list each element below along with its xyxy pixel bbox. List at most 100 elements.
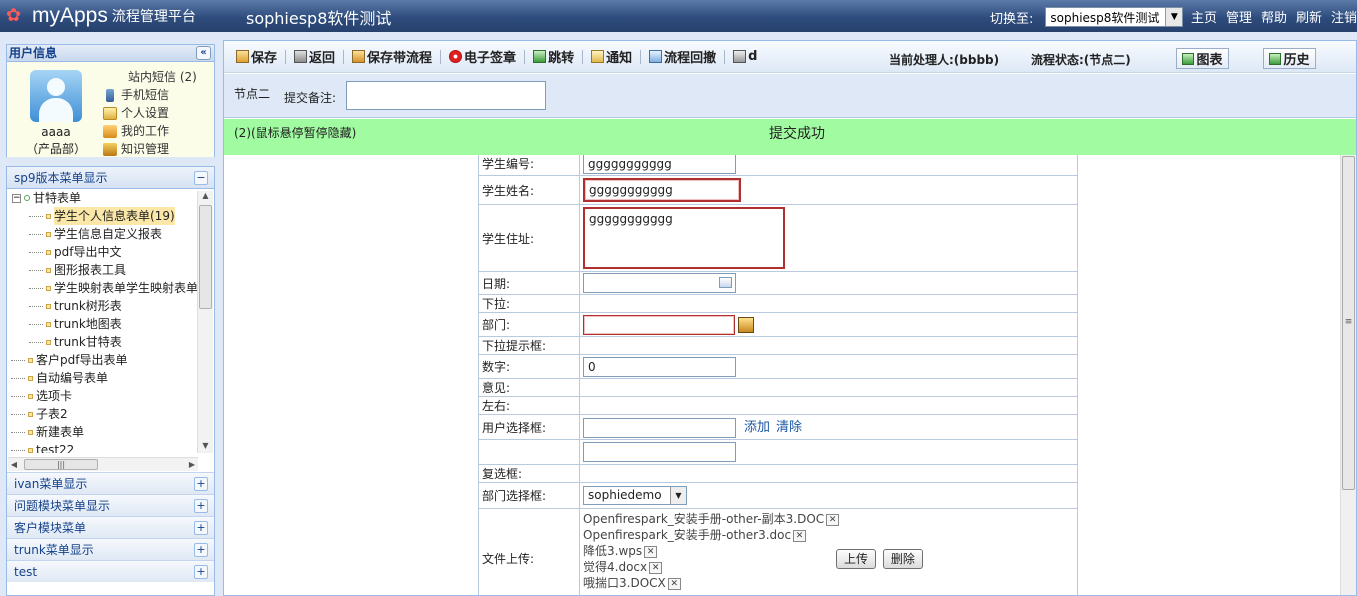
tree-leaf-icon xyxy=(46,285,51,291)
chevron-down-icon[interactable]: ▼ xyxy=(1165,8,1183,26)
remove-file-icon[interactable]: ✕ xyxy=(667,577,681,590)
tree-item[interactable]: test22 xyxy=(7,441,199,453)
scroll-up-icon[interactable]: ▲ xyxy=(198,191,213,203)
collapse-section-button[interactable]: − xyxy=(194,171,208,185)
remove-file-icon[interactable]: ✕ xyxy=(649,561,663,574)
expand-section-icon[interactable]: + xyxy=(194,477,208,491)
collapse-sidebar-button[interactable]: « xyxy=(196,46,211,60)
expand-section-icon[interactable]: + xyxy=(194,521,208,535)
address-textarea[interactable]: ggggggggggg xyxy=(583,207,785,269)
scroll-left-icon[interactable]: ◀ xyxy=(8,458,20,471)
expand-section-icon[interactable]: + xyxy=(194,543,208,557)
expand-section-icon[interactable]: + xyxy=(194,499,208,513)
app-switch-select[interactable]: sophiesp8软件测试 ▼ xyxy=(1045,7,1184,27)
tree-item[interactable]: 客户pdf导出表单 xyxy=(7,351,199,369)
tree-item[interactable]: trunk树形表 xyxy=(7,297,199,315)
save-with-flow-button[interactable]: 保存带流程 xyxy=(346,46,438,68)
rollback-label: 流程回撤 xyxy=(664,51,717,66)
dept-select[interactable]: sophiedemo ▼ xyxy=(583,486,687,505)
site-messages-link[interactable]: 站内短信 (2) xyxy=(103,68,197,86)
student-no-input[interactable]: ggggggggggg xyxy=(583,155,736,174)
tree-item-student-info-form[interactable]: 学生个人信息表单(19) xyxy=(7,207,199,225)
menu-section-ivan[interactable]: ivan菜单显示 + xyxy=(7,472,214,494)
menu-section-label: 问题模块菜单显示 xyxy=(14,499,111,513)
menu-section-sp9[interactable]: sp9版本菜单显示 − xyxy=(7,167,214,189)
e-signature-button[interactable]: 电子签章 xyxy=(443,46,522,68)
my-work-link[interactable]: 我的工作 xyxy=(103,122,197,140)
remove-file-icon[interactable]: ✕ xyxy=(644,545,658,558)
success-notice[interactable]: (2)(鼠标悬停暂停隐藏) 提交成功 xyxy=(224,119,1356,155)
tree-item[interactable]: pdf导出中文 xyxy=(7,243,199,261)
save-button[interactable]: 保存 xyxy=(230,46,283,68)
main-scroll-thumb[interactable]: ≡ xyxy=(1342,156,1355,490)
print-button[interactable]: d xyxy=(727,46,763,68)
flow-rollback-button[interactable]: 流程回撤 xyxy=(643,46,722,68)
save-flow-label: 保存带流程 xyxy=(367,51,433,66)
tree-item[interactable]: 学生映射表单学生映射表单 xyxy=(7,279,199,297)
jump-button[interactable]: 跳转 xyxy=(527,46,580,68)
tree-item[interactable]: 子表2 xyxy=(7,405,199,423)
scroll-right-icon[interactable]: ▶ xyxy=(186,458,198,471)
upload-actions: 上传 删除 xyxy=(836,549,923,569)
tree-line xyxy=(11,413,25,415)
back-button[interactable]: 返回 xyxy=(288,46,341,68)
tree-item[interactable]: 新建表单 xyxy=(7,423,199,441)
menu-section-customer[interactable]: 客户模块菜单 + xyxy=(7,516,214,538)
tree-expand-toggle[interactable]: − xyxy=(12,193,21,203)
expand-section-icon[interactable]: + xyxy=(194,565,208,579)
dept-input[interactable] xyxy=(583,314,735,335)
personal-settings-link[interactable]: 个人设置 xyxy=(103,104,197,122)
tree-item-label: 选项卡 xyxy=(36,389,73,403)
menu-section-issues[interactable]: 问题模块菜单显示 + xyxy=(7,494,214,516)
date-input[interactable] xyxy=(583,273,736,293)
tree-horizontal-scrollbar[interactable]: ◀ ||| ▶ xyxy=(8,457,198,471)
add-user-link[interactable]: 添加 xyxy=(744,420,770,435)
tree-item[interactable]: trunk地图表 xyxy=(7,315,199,333)
tree-node-gantt-form[interactable]: − 甘特表单 xyxy=(7,189,199,207)
history-button[interactable]: 历史 xyxy=(1263,48,1316,69)
main-vertical-scrollbar[interactable]: ≡ xyxy=(1340,155,1356,595)
tree-item[interactable]: 自动编号表单 xyxy=(7,369,199,387)
remove-file-icon[interactable]: ✕ xyxy=(793,529,807,542)
submit-remark-input[interactable] xyxy=(346,81,546,110)
calendar-icon[interactable] xyxy=(719,277,732,288)
sms-link[interactable]: 手机短信 xyxy=(103,86,197,104)
upload-button[interactable]: 上传 xyxy=(836,549,877,569)
refresh-link[interactable]: 刷新 xyxy=(1296,7,1322,26)
notify-button[interactable]: 通知 xyxy=(585,46,638,68)
app-switch-value: sophiesp8软件测试 xyxy=(1050,11,1160,25)
field-label: 复选框: xyxy=(478,464,580,483)
tree-item[interactable]: 选项卡 xyxy=(7,387,199,405)
student-name-input[interactable]: ggggggggggg xyxy=(583,178,741,202)
logout-link[interactable]: 注销 xyxy=(1331,7,1357,26)
delete-button[interactable]: 删除 xyxy=(882,549,923,569)
knowledge-label: 知识管理 xyxy=(121,142,170,156)
tree-item[interactable]: 学生信息自定义报表 xyxy=(7,225,199,243)
help-link[interactable]: 帮助 xyxy=(1261,7,1287,26)
knowledge-link[interactable]: 知识管理 xyxy=(103,140,197,158)
scroll-down-icon[interactable]: ▼ xyxy=(198,441,213,453)
menu-section-test[interactable]: test + xyxy=(7,560,214,582)
user-select-input-2[interactable] xyxy=(583,442,736,462)
user-select-input[interactable] xyxy=(583,417,736,438)
field-cell: ggggggggggg xyxy=(579,175,1078,205)
seal-icon xyxy=(449,50,463,63)
toolbar-divider xyxy=(582,49,584,64)
back-icon xyxy=(294,50,308,63)
chevron-down-icon[interactable]: ▼ xyxy=(670,487,686,504)
file-name: 觉得4.docx xyxy=(583,560,648,574)
tree-scroll-thumb[interactable] xyxy=(199,205,212,309)
tree-vertical-scrollbar[interactable]: ▲ ▼ xyxy=(197,191,213,453)
number-input[interactable]: 0 xyxy=(583,356,736,377)
tree-hscroll-thumb[interactable]: ||| xyxy=(24,459,98,470)
clear-user-link[interactable]: 清除 xyxy=(776,420,802,435)
department-tree-icon[interactable] xyxy=(738,316,754,333)
menu-section-trunk[interactable]: trunk菜单显示 + xyxy=(7,538,214,560)
history-label: 历史 xyxy=(1283,53,1310,68)
chart-button[interactable]: 图表 xyxy=(1176,48,1229,69)
admin-link[interactable]: 管理 xyxy=(1226,7,1252,26)
home-link[interactable]: 主页 xyxy=(1191,7,1217,26)
tree-item[interactable]: 图形报表工具 xyxy=(7,261,199,279)
remove-file-icon[interactable]: ✕ xyxy=(826,513,840,526)
tree-item[interactable]: trunk甘特表 xyxy=(7,333,199,351)
